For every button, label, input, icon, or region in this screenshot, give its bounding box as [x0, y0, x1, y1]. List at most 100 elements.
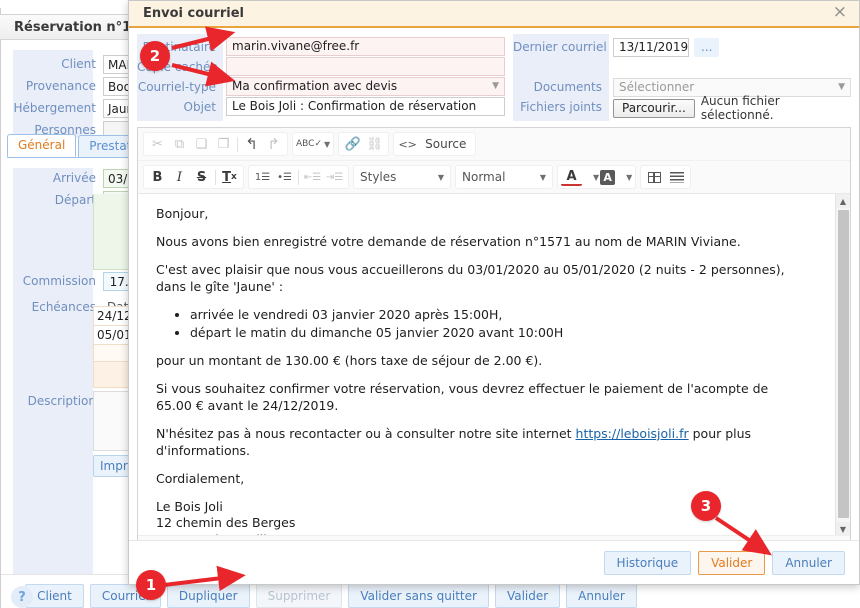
label-commission: Commission — [13, 274, 103, 288]
format-label: Normal — [462, 170, 505, 184]
redo-icon[interactable]: ↱ — [263, 134, 284, 154]
reservation-label-band-2 — [13, 168, 93, 578]
valider-sans-quitter-button[interactable]: Valider sans quitter — [348, 584, 489, 608]
rich-text-editor: ✂ ⧉ ❑ ❐ ↰ ↱ ABC✓ ▼ 🔗 ⛓ <> — [137, 127, 851, 550]
dialog-header-form: Destinataire Copie cachée Courriel-type … — [129, 28, 859, 125]
close-icon[interactable]: × — [829, 4, 851, 24]
annotation-badge-1: 1 — [136, 570, 166, 600]
dialog-titlebar: Envoi courriel × — [129, 1, 859, 28]
destinataire-input[interactable]: marin.vivane@free.fr — [226, 37, 505, 56]
label-courriel-type: Courriel-type — [137, 77, 223, 97]
email-paragraph-5: N'hésitez pas à nous recontacter ou à co… — [156, 426, 806, 460]
source-label[interactable]: Source — [419, 137, 472, 151]
text-color-icon[interactable]: A — [561, 169, 582, 186]
email-paragraph-2: C'est avec plaisir que nous vous accueil… — [156, 262, 806, 296]
cut-icon[interactable]: ✂ — [147, 134, 168, 154]
editor-scrollbar[interactable]: ▲ ▼ — [835, 194, 850, 535]
toolbar-row-2: B I S Tx 1☰ •☰ ⇤☰ ⇥☰ Styles ▼ — [138, 160, 850, 193]
website-link[interactable]: https://leboisjoli.fr — [576, 426, 689, 441]
client-button[interactable]: Client — [25, 584, 84, 608]
copie-cachee-input[interactable] — [226, 57, 505, 76]
text-color-chevron-icon[interactable]: ▼ — [593, 173, 599, 182]
label-dernier-courriel: Dernier courriel — [513, 37, 609, 57]
bulleted-list-icon[interactable]: •☰ — [274, 167, 295, 187]
dernier-courriel-more-button[interactable]: ... — [694, 38, 719, 57]
indent-icon[interactable]: ⇥☰ — [324, 167, 345, 187]
objet-input[interactable]: Le Bois Joli : Confirmation de réservati… — [226, 97, 505, 116]
clipboard-group: ✂ ⧉ ❑ ❐ ↰ ↱ — [143, 132, 288, 156]
horizontal-rule-icon[interactable] — [666, 167, 687, 187]
table-icon[interactable] — [644, 167, 665, 187]
dernier-courriel-input[interactable]: 13/11/2019 — [613, 38, 689, 57]
recipient-section: Destinataire Copie cachée Courriel-type … — [137, 34, 505, 121]
browse-button[interactable]: Parcourir... — [613, 99, 695, 118]
label-hebergement: Hébergement — [13, 101, 103, 115]
scroll-down-icon[interactable]: ▼ — [836, 522, 850, 535]
styles-dropdown[interactable]: Styles ▼ — [353, 165, 451, 189]
styles-chevron-icon: ▼ — [438, 173, 444, 182]
copy-icon[interactable]: ⧉ — [169, 134, 190, 154]
paste-as-text-icon[interactable]: ❐ — [213, 134, 234, 154]
undo-icon[interactable]: ↰ — [241, 134, 262, 154]
dupliquer-button[interactable]: Dupliquer — [167, 584, 250, 608]
format-dropdown[interactable]: Normal ▼ — [455, 165, 553, 189]
documents-placeholder: Sélectionner — [619, 80, 694, 95]
email-closing: Cordialement, — [156, 471, 806, 488]
insert-group — [640, 165, 691, 189]
courriel-type-select[interactable]: Ma confirmation avec devis ▼ — [226, 77, 505, 96]
color-group: A ▼ A ▼ — [557, 165, 636, 189]
scrollbar-thumb[interactable] — [838, 210, 849, 518]
scroll-up-icon[interactable]: ▲ — [836, 194, 850, 208]
email-bullet-1: arrivée le vendredi 03 janvier 2020 aprè… — [190, 307, 806, 324]
email-p5-before: N'hésitez pas à nous recontacter ou à co… — [156, 426, 576, 441]
label-documents: Documents — [513, 77, 609, 97]
email-bullet-list: arrivée le vendredi 03 janvier 2020 aprè… — [156, 307, 806, 343]
numbered-list-icon[interactable]: 1☰ — [252, 167, 273, 187]
bold-icon[interactable]: B — [147, 167, 168, 187]
strikethrough-icon[interactable]: S — [191, 167, 212, 187]
background-color-chevron-icon[interactable]: ▼ — [626, 173, 632, 182]
source-icon[interactable]: <> — [397, 134, 418, 154]
format-chevron-icon: ▼ — [540, 173, 546, 182]
label-description: Description — [13, 394, 103, 408]
documents-fields: 13/11/2019 ... Sélectionner ▼ Parcourir.… — [609, 34, 851, 121]
spellcheck-chevron-icon[interactable]: ▼ — [324, 140, 330, 149]
label-spacer — [513, 57, 609, 77]
label-arrivee: Arrivée — [13, 171, 103, 185]
unlink-icon[interactable]: ⛓ — [364, 134, 385, 154]
italic-icon[interactable]: I — [169, 167, 190, 187]
label-fichiers-joints: Fichiers joints — [513, 97, 609, 117]
editor-body[interactable]: Bonjour, Nous avons bien enregistré votr… — [138, 193, 850, 535]
dialog-footer: Historique Valider Annuler — [129, 540, 859, 584]
outdent-icon[interactable]: ⇤☰ — [302, 167, 323, 187]
screen: Client MARIN Viviane Provenance Booking.… — [0, 0, 860, 608]
dialog-annuler-button[interactable]: Annuler — [772, 551, 845, 575]
text-format-group: B I S Tx — [143, 165, 244, 189]
toolbar-divider-1 — [237, 137, 238, 152]
toolbar-divider-2 — [215, 170, 216, 185]
objet-value: Le Bois Joli : Confirmation de réservati… — [232, 99, 476, 114]
link-icon[interactable]: 🔗 — [342, 134, 363, 154]
dialog-valider-button[interactable]: Valider — [698, 551, 765, 575]
field-spacer — [613, 58, 851, 78]
dialog-historique-button[interactable]: Historique — [604, 551, 692, 575]
remove-format-icon[interactable]: Tx — [219, 167, 240, 187]
annuler-button[interactable]: Annuler — [566, 584, 637, 608]
label-echeances: Echéances — [13, 300, 103, 314]
help-icon[interactable]: ? — [11, 586, 33, 608]
email-greeting: Bonjour, — [156, 206, 806, 223]
tab-general[interactable]: Général — [7, 134, 76, 157]
valider-button[interactable]: Valider — [495, 584, 560, 608]
annotation-badge-3: 3 — [691, 491, 721, 521]
label-client: Client — [13, 57, 103, 71]
documents-labels: Dernier courriel Documents Fichiers join… — [513, 34, 609, 121]
dialog-title: Envoi courriel — [143, 6, 244, 21]
spellcheck-icon[interactable]: ABC✓ — [296, 134, 322, 154]
email-bullet-2: départ le matin du dimanche 05 janvier 2… — [190, 325, 806, 342]
email-content[interactable]: Bonjour, Nous avons bien enregistré votr… — [138, 194, 828, 535]
file-status-text: Aucun fichier sélectionné. — [701, 94, 851, 122]
dernier-courriel-row: 13/11/2019 ... — [613, 37, 851, 57]
background-color-icon[interactable]: A — [600, 170, 615, 185]
paste-icon[interactable]: ❑ — [191, 134, 212, 154]
recipient-fields: marin.vivane@free.fr Ma confirmation ave… — [223, 34, 505, 121]
